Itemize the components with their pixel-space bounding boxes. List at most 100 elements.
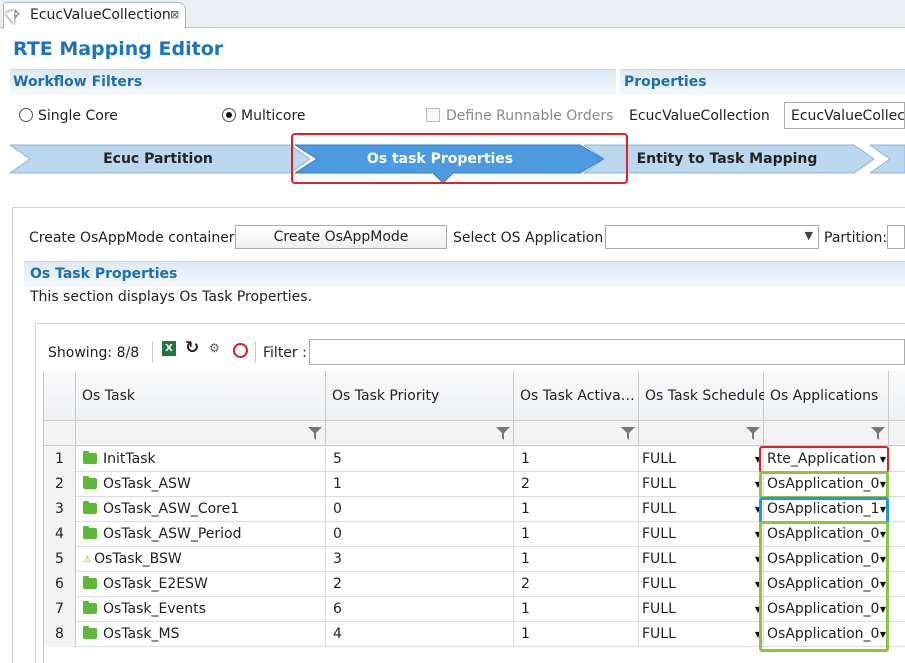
- osapplication-0-group-highlight: [759, 521, 889, 652]
- properties-value-field[interactable]: EcucValueCollecti: [784, 102, 905, 129]
- cell-activation[interactable]: 1: [514, 547, 639, 572]
- cell-text: FULL: [642, 526, 676, 542]
- column-header-schedule[interactable]: Os Task Schedule: [639, 371, 767, 421]
- cell-n: 8: [44, 622, 76, 647]
- multicore-radio[interactable]: [222, 108, 236, 122]
- cell-activation[interactable]: 2: [514, 472, 639, 497]
- cell-activation[interactable]: 1: [514, 622, 639, 647]
- cell-task[interactable]: OsTask_ASW: [76, 472, 326, 497]
- cell-text: 5: [333, 451, 342, 467]
- filter-input[interactable]: [309, 339, 905, 365]
- showing-count: Showing: 8/8: [48, 345, 140, 361]
- cell-text: InitTask: [103, 451, 156, 467]
- cell-priority[interactable]: 1: [326, 472, 514, 497]
- cell-activation[interactable]: 1: [514, 597, 639, 622]
- cell-activation[interactable]: 1: [514, 497, 639, 522]
- empty-cell: [889, 497, 905, 522]
- editor-tab[interactable]: ✧ EcucValueCollection ⊠: [3, 2, 186, 29]
- page-title: RTE Mapping Editor: [13, 38, 224, 60]
- filter-cell-schedule[interactable]: [639, 421, 764, 446]
- cell-priority[interactable]: 0: [326, 522, 514, 547]
- partition-dropdown[interactable]: [887, 225, 905, 249]
- single-core-radio[interactable]: [19, 108, 33, 122]
- cell-schedule[interactable]: FULL ▼: [639, 622, 764, 647]
- cell-schedule[interactable]: FULL ▼: [639, 447, 764, 472]
- clear-filter-icon[interactable]: ⚙: [209, 341, 220, 355]
- cell-priority[interactable]: 4: [326, 622, 514, 647]
- cell-task[interactable]: OsTask_Events: [76, 597, 326, 622]
- cell-schedule[interactable]: FULL ▼: [639, 472, 764, 497]
- cell-text: 3: [55, 501, 64, 517]
- cell-task[interactable]: ⚠ OsTask_BSW: [76, 547, 326, 572]
- column-header-activation[interactable]: Os Task Activati...: [514, 371, 639, 421]
- filter-cell-os-task[interactable]: [76, 421, 326, 446]
- cell-schedule[interactable]: FULL ▼: [639, 497, 764, 522]
- funnel-icon[interactable]: [621, 427, 635, 440]
- cell-activation[interactable]: 1: [514, 522, 639, 547]
- cell-task[interactable]: InitTask: [76, 447, 326, 472]
- cell-text: 8: [55, 626, 64, 642]
- folder-icon: [83, 476, 97, 489]
- cell-text: 6: [333, 601, 342, 617]
- workflow-step-next[interactable]: [870, 143, 905, 175]
- cell-n: 2: [44, 472, 76, 497]
- folder-icon: [83, 501, 97, 514]
- active-step-highlight: [291, 133, 628, 184]
- close-icon[interactable]: ⊠: [170, 8, 179, 21]
- cell-activation[interactable]: 2: [514, 572, 639, 597]
- cell-text: OsTask_ASW: [103, 476, 191, 492]
- single-core-label: Single Core: [38, 108, 118, 124]
- cell-activation[interactable]: 1: [514, 447, 639, 472]
- osapplication-0-highlight: [759, 471, 889, 499]
- filter-cell-os-applications[interactable]: [764, 421, 889, 446]
- empty-cell: [889, 522, 905, 547]
- cell-priority[interactable]: 5: [326, 447, 514, 472]
- column-header-os-task[interactable]: Os Task: [76, 371, 326, 421]
- cell-task[interactable]: OsTask_E2ESW: [76, 572, 326, 597]
- funnel-icon[interactable]: [871, 427, 885, 440]
- cell-text: 1: [521, 451, 530, 467]
- create-osappmode-button[interactable]: Create OsAppMode: [235, 225, 447, 249]
- cell-text: 1: [521, 526, 530, 542]
- cell-priority[interactable]: 2: [326, 572, 514, 597]
- delete-icon[interactable]: [233, 343, 248, 358]
- filter-label: Filter :: [263, 345, 307, 361]
- cell-text: 5: [55, 551, 64, 567]
- cell-n: 6: [44, 572, 76, 597]
- select-os-application-dropdown[interactable]: ▼: [605, 225, 819, 249]
- cell-priority[interactable]: 0: [326, 497, 514, 522]
- cell-schedule[interactable]: FULL ▼: [639, 572, 764, 597]
- filter-cell-activation[interactable]: [514, 421, 639, 446]
- cell-text: OsTask_MS: [103, 626, 180, 642]
- excel-export-icon[interactable]: X: [162, 341, 176, 356]
- cell-priority[interactable]: 3: [326, 547, 514, 572]
- column-header-os-applications[interactable]: Os Applications: [764, 371, 889, 421]
- cell-text: 1: [333, 476, 342, 492]
- funnel-icon[interactable]: [308, 427, 322, 440]
- cell-text: 1: [521, 551, 530, 567]
- cell-text: OsTask_BSW: [94, 551, 182, 567]
- cell-task[interactable]: OsTask_ASW_Core1: [76, 497, 326, 522]
- column-header-priority[interactable]: Os Task Priority: [326, 371, 514, 421]
- cell-text: 4: [55, 526, 64, 542]
- funnel-icon[interactable]: [746, 427, 760, 440]
- cell-schedule[interactable]: FULL ▼: [639, 597, 764, 622]
- editor-tab-label: EcucValueCollection: [30, 7, 171, 23]
- funnel-icon[interactable]: [496, 427, 510, 440]
- workflow-step-ecuc-partition[interactable]: Ecuc Partition: [10, 143, 310, 175]
- filter-cell-priority[interactable]: [326, 421, 514, 446]
- workflow-step-shape: [870, 144, 905, 174]
- folder-icon: [83, 451, 97, 464]
- cell-text: FULL: [642, 501, 676, 517]
- refresh-icon[interactable]: ↻: [185, 338, 199, 358]
- cell-schedule[interactable]: FULL ▼: [639, 547, 764, 572]
- cell-task[interactable]: OsTask_ASW_Period: [76, 522, 326, 547]
- cell-priority[interactable]: 6: [326, 597, 514, 622]
- cell-task[interactable]: OsTask_MS: [76, 622, 326, 647]
- cell-n: 1: [44, 447, 76, 472]
- cell-text: FULL: [642, 451, 676, 467]
- properties-label: EcucValueCollection: [629, 108, 770, 124]
- column-header-extra: [889, 371, 905, 421]
- partition-label: Partition:: [824, 230, 888, 246]
- cell-schedule[interactable]: FULL ▼: [639, 522, 764, 547]
